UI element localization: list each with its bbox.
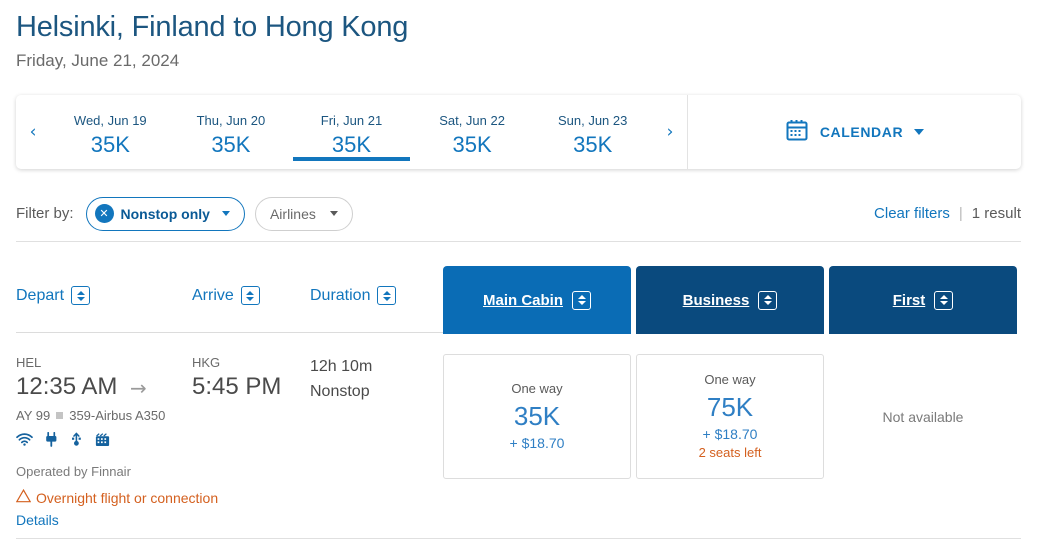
filter-by-label: Filter by: xyxy=(16,205,74,222)
filter-pill-airlines[interactable]: Airlines xyxy=(254,196,353,231)
arrive-time: 5:45 PM xyxy=(192,373,282,400)
date-tab-price: 35K xyxy=(573,131,613,157)
sort-toggle-icon[interactable] xyxy=(934,290,954,310)
filter-pill-label: Airlines xyxy=(269,205,316,222)
column-headers: Depart Arrive Duration Main Cabin Busine… xyxy=(0,266,1037,334)
depart-info: HEL 12:35 AM xyxy=(16,354,117,403)
cabin-tab-main-cabin[interactable]: Main Cabin xyxy=(443,266,631,334)
fare-taxes-fees: + $18.70 xyxy=(509,435,565,451)
sort-toggle-icon[interactable] xyxy=(240,286,260,305)
page-subtitle-date: Friday, June 21, 2024 xyxy=(16,51,180,70)
entertainment-icon xyxy=(95,432,110,447)
depart-time: 12:35 AM xyxy=(16,373,118,400)
fare-trip-type: One way xyxy=(511,381,563,396)
date-tab-label: Fri, Jun 21 xyxy=(320,112,383,128)
power-outlet-icon xyxy=(45,432,58,447)
fare-not-available-label: Not available xyxy=(882,408,964,425)
cabin-tab-label: Business xyxy=(682,291,750,309)
date-tab-price: 35K xyxy=(90,131,130,157)
date-tab-label: Wed, Jun 19 xyxy=(73,112,147,128)
operated-by-text: Operated by Finnair xyxy=(16,464,131,479)
sort-depart-label: Depart xyxy=(16,286,65,304)
filter-summary: Clear filters | 1 result xyxy=(874,205,1021,222)
chevron-down-icon xyxy=(914,129,925,135)
prev-dates-button[interactable]: ‹ xyxy=(16,123,50,141)
date-tab-sat-jun-22[interactable]: Sat, Jun 22 35K xyxy=(412,95,533,169)
sort-toggle-icon[interactable] xyxy=(572,290,591,310)
separator-square-icon xyxy=(56,412,64,419)
date-scroller: ‹ Wed, Jun 19 35K Thu, Jun 20 35K Fri, J… xyxy=(16,95,688,169)
sort-duration-label: Duration xyxy=(310,286,371,304)
page-header: Helsinki, Finland to Hong Kong Friday, J… xyxy=(0,0,1037,74)
cabin-tab-label: Main Cabin xyxy=(482,291,563,309)
arrive-airport-code: HKG xyxy=(192,355,221,370)
chevron-down-icon xyxy=(329,211,338,216)
calendar-label: CALENDAR xyxy=(819,124,904,140)
fare-trip-type: One way xyxy=(704,372,756,387)
separator: | xyxy=(958,205,963,222)
sort-depart[interactable]: Depart xyxy=(16,286,91,305)
row-divider xyxy=(16,538,1021,539)
fare-miles: 35K xyxy=(513,401,561,431)
arrow-right-icon: → xyxy=(130,376,147,400)
date-tabs: Wed, Jun 19 35K Thu, Jun 20 35K Fri, Jun… xyxy=(50,95,653,169)
date-tab-label: Thu, Jun 20 xyxy=(196,112,266,128)
arrive-info: HKG 5:45 PM xyxy=(192,354,281,403)
date-selector-strip: ‹ Wed, Jun 19 35K Thu, Jun 20 35K Fri, J… xyxy=(16,95,1021,169)
fare-taxes-fees: + $18.70 xyxy=(702,426,758,442)
amenity-icons xyxy=(16,432,110,447)
date-tab-label: Sun, Jun 23 xyxy=(557,112,628,128)
date-tab-price: 35K xyxy=(331,131,372,157)
sort-toggle-icon[interactable] xyxy=(377,286,397,305)
date-tab-price: 35K xyxy=(211,131,251,157)
overnight-warning-label: Overnight flight or connection xyxy=(36,489,219,506)
fare-card-business[interactable]: One way 75K + $18.70 2 seats left xyxy=(636,354,824,479)
sort-arrive[interactable]: Arrive xyxy=(192,286,260,305)
header-divider xyxy=(16,332,443,333)
date-tab-sun-jun-23[interactable]: Sun, Jun 23 35K xyxy=(532,95,653,169)
date-tab-thu-jun-20[interactable]: Thu, Jun 20 35K xyxy=(171,95,292,169)
date-tab-label: Sat, Jun 22 xyxy=(439,112,505,128)
cabin-tab-label: First xyxy=(892,291,926,309)
seats-left-badge: 2 seats left xyxy=(698,445,762,460)
cabin-tab-first[interactable]: First xyxy=(829,266,1017,334)
cabin-class-tabs: Main Cabin Business First xyxy=(443,266,1017,334)
sort-toggle-icon[interactable] xyxy=(758,290,778,310)
sort-duration[interactable]: Duration xyxy=(310,286,397,305)
filter-pill-nonstop-only[interactable]: ✕ Nonstop only xyxy=(85,196,245,231)
result-count: 1 result xyxy=(971,205,1021,222)
calendar-button[interactable]: CALENDAR xyxy=(688,95,1021,169)
chevron-down-icon xyxy=(221,211,230,216)
clear-filters-link[interactable]: Clear filters xyxy=(874,205,950,222)
overnight-warning: Overnight flight or connection xyxy=(15,488,219,506)
depart-airport-code: HEL xyxy=(16,355,42,370)
close-icon[interactable]: ✕ xyxy=(94,204,114,223)
details-link[interactable]: Details xyxy=(16,512,59,528)
date-tab-wed-jun-19[interactable]: Wed, Jun 19 35K xyxy=(50,95,171,169)
filter-pill-label: Nonstop only xyxy=(120,205,210,222)
fare-miles: 75K xyxy=(706,392,754,422)
page-title: Helsinki, Finland to Hong Kong xyxy=(16,11,409,43)
flight-meta: AY 99 359-Airbus A350 xyxy=(16,408,165,423)
usb-power-icon xyxy=(70,432,83,447)
fare-card-first: Not available xyxy=(829,354,1017,479)
duration-info: 12h 10m Nonstop xyxy=(310,354,372,404)
fare-card-main-cabin[interactable]: One way 35K + $18.70 xyxy=(443,354,631,479)
flight-result-row: HEL 12:35 AM → HKG 5:45 PM 12h 10m Nonst… xyxy=(0,334,1037,540)
flight-number: AY 99 xyxy=(16,408,51,423)
wifi-icon xyxy=(16,433,33,446)
date-tab-fri-jun-21[interactable]: Fri, Jun 21 35K xyxy=(291,95,412,169)
sort-arrive-label: Arrive xyxy=(192,286,234,304)
fare-cards: One way 35K + $18.70 One way 75K + $18.7… xyxy=(443,354,1017,479)
flight-stops: Nonstop xyxy=(310,383,370,400)
date-tab-price: 35K xyxy=(452,131,492,157)
next-dates-button[interactable]: › xyxy=(653,123,687,141)
cabin-tab-business[interactable]: Business xyxy=(636,266,824,334)
aircraft-type: 359-Airbus A350 xyxy=(69,408,166,423)
sort-toggle-icon[interactable] xyxy=(71,286,91,305)
filter-bar: Filter by: ✕ Nonstop only Airlines Clear… xyxy=(16,186,1021,242)
flight-duration: 12h 10m xyxy=(310,358,373,375)
calendar-icon xyxy=(785,118,809,147)
warning-triangle-icon xyxy=(15,488,32,506)
